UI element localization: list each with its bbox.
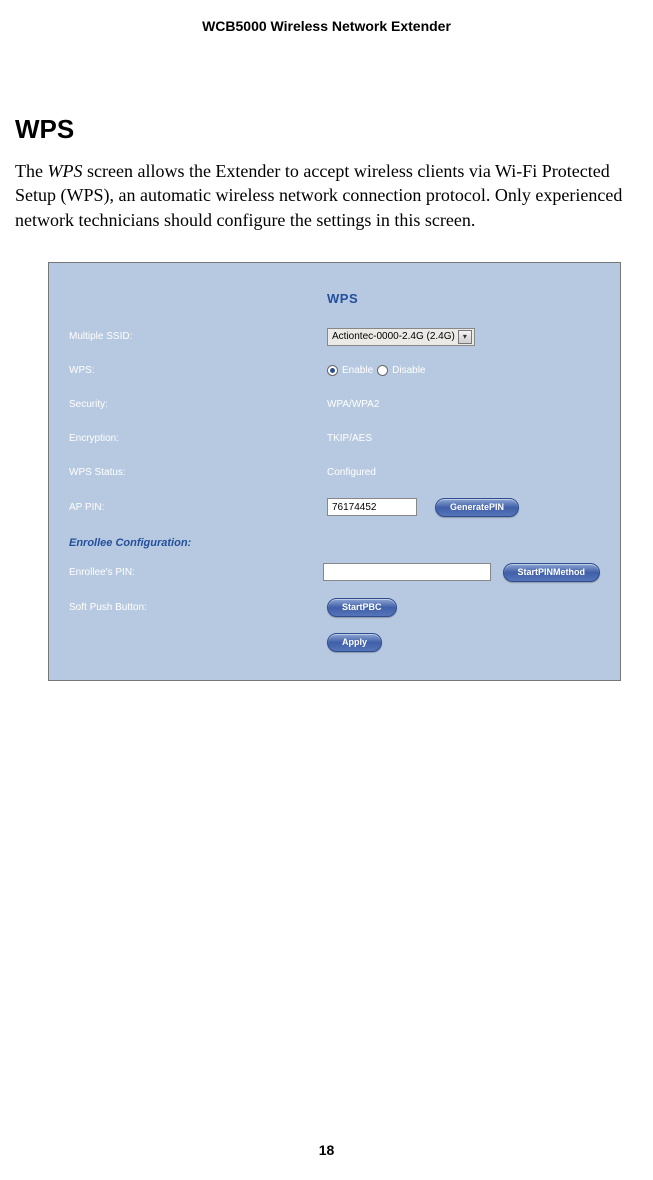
panel-title: WPS xyxy=(327,291,600,306)
label-enrollee-pin: Enrollee's PIN: xyxy=(69,567,323,578)
wps-enable-label: Enable xyxy=(342,365,373,376)
label-soft-push-button: Soft Push Button: xyxy=(69,602,327,613)
document-header-title: WCB5000 Wireless Network Extender xyxy=(15,18,638,34)
wps-disable-label: Disable xyxy=(392,365,425,376)
body-text-prefix: The xyxy=(15,161,47,181)
value-encryption: TKIP/AES xyxy=(327,433,372,444)
body-text-rest: screen allows the Extender to accept wir… xyxy=(15,161,622,230)
body-paragraph: The WPS screen allows the Extender to ac… xyxy=(15,159,638,232)
row-soft-push-button: Soft Push Button: StartPBC xyxy=(69,598,600,617)
start-pbc-button[interactable]: StartPBC xyxy=(327,598,397,617)
enrollee-configuration-heading: Enrollee Configuration: xyxy=(69,537,600,549)
wps-disable-radio[interactable] xyxy=(377,365,388,376)
generate-pin-button[interactable]: GeneratePIN xyxy=(435,498,519,517)
enrollee-pin-input[interactable] xyxy=(323,563,491,581)
row-wps-status: WPS Status: Configured xyxy=(69,464,600,482)
label-ap-pin: AP PIN: xyxy=(69,502,327,513)
apply-button[interactable]: Apply xyxy=(327,633,382,652)
row-multiple-ssid: Multiple SSID: Actiontec-0000-2.4G (2.4G… xyxy=(69,328,600,346)
row-enrollee-pin: Enrollee's PIN: StartPINMethod xyxy=(69,563,600,582)
row-encryption: Encryption: TKIP/AES xyxy=(69,430,600,448)
row-ap-pin: AP PIN: GeneratePIN xyxy=(69,498,600,517)
body-text-italic-wps: WPS xyxy=(47,161,82,181)
wps-settings-panel: WPS Multiple SSID: Actiontec-0000-2.4G (… xyxy=(48,262,621,681)
row-security: Security: WPA/WPA2 xyxy=(69,396,600,414)
row-wps: WPS: Enable Disable xyxy=(69,362,600,380)
label-security: Security: xyxy=(69,399,327,410)
multiple-ssid-selected: Actiontec-0000-2.4G (2.4G) xyxy=(332,331,455,342)
label-encryption: Encryption: xyxy=(69,433,327,444)
chevron-down-icon: ▾ xyxy=(458,330,472,344)
value-wps-status: Configured xyxy=(327,467,376,478)
label-wps-status: WPS Status: xyxy=(69,467,327,478)
start-pin-method-button[interactable]: StartPINMethod xyxy=(503,563,601,582)
wps-enable-radio[interactable] xyxy=(327,365,338,376)
label-wps: WPS: xyxy=(69,365,327,376)
page-number: 18 xyxy=(0,1142,653,1158)
ap-pin-input[interactable] xyxy=(327,498,417,516)
value-security: WPA/WPA2 xyxy=(327,399,379,410)
label-multiple-ssid: Multiple SSID: xyxy=(69,331,327,342)
section-heading-wps: WPS xyxy=(15,114,638,145)
multiple-ssid-dropdown[interactable]: Actiontec-0000-2.4G (2.4G) ▾ xyxy=(327,328,475,346)
